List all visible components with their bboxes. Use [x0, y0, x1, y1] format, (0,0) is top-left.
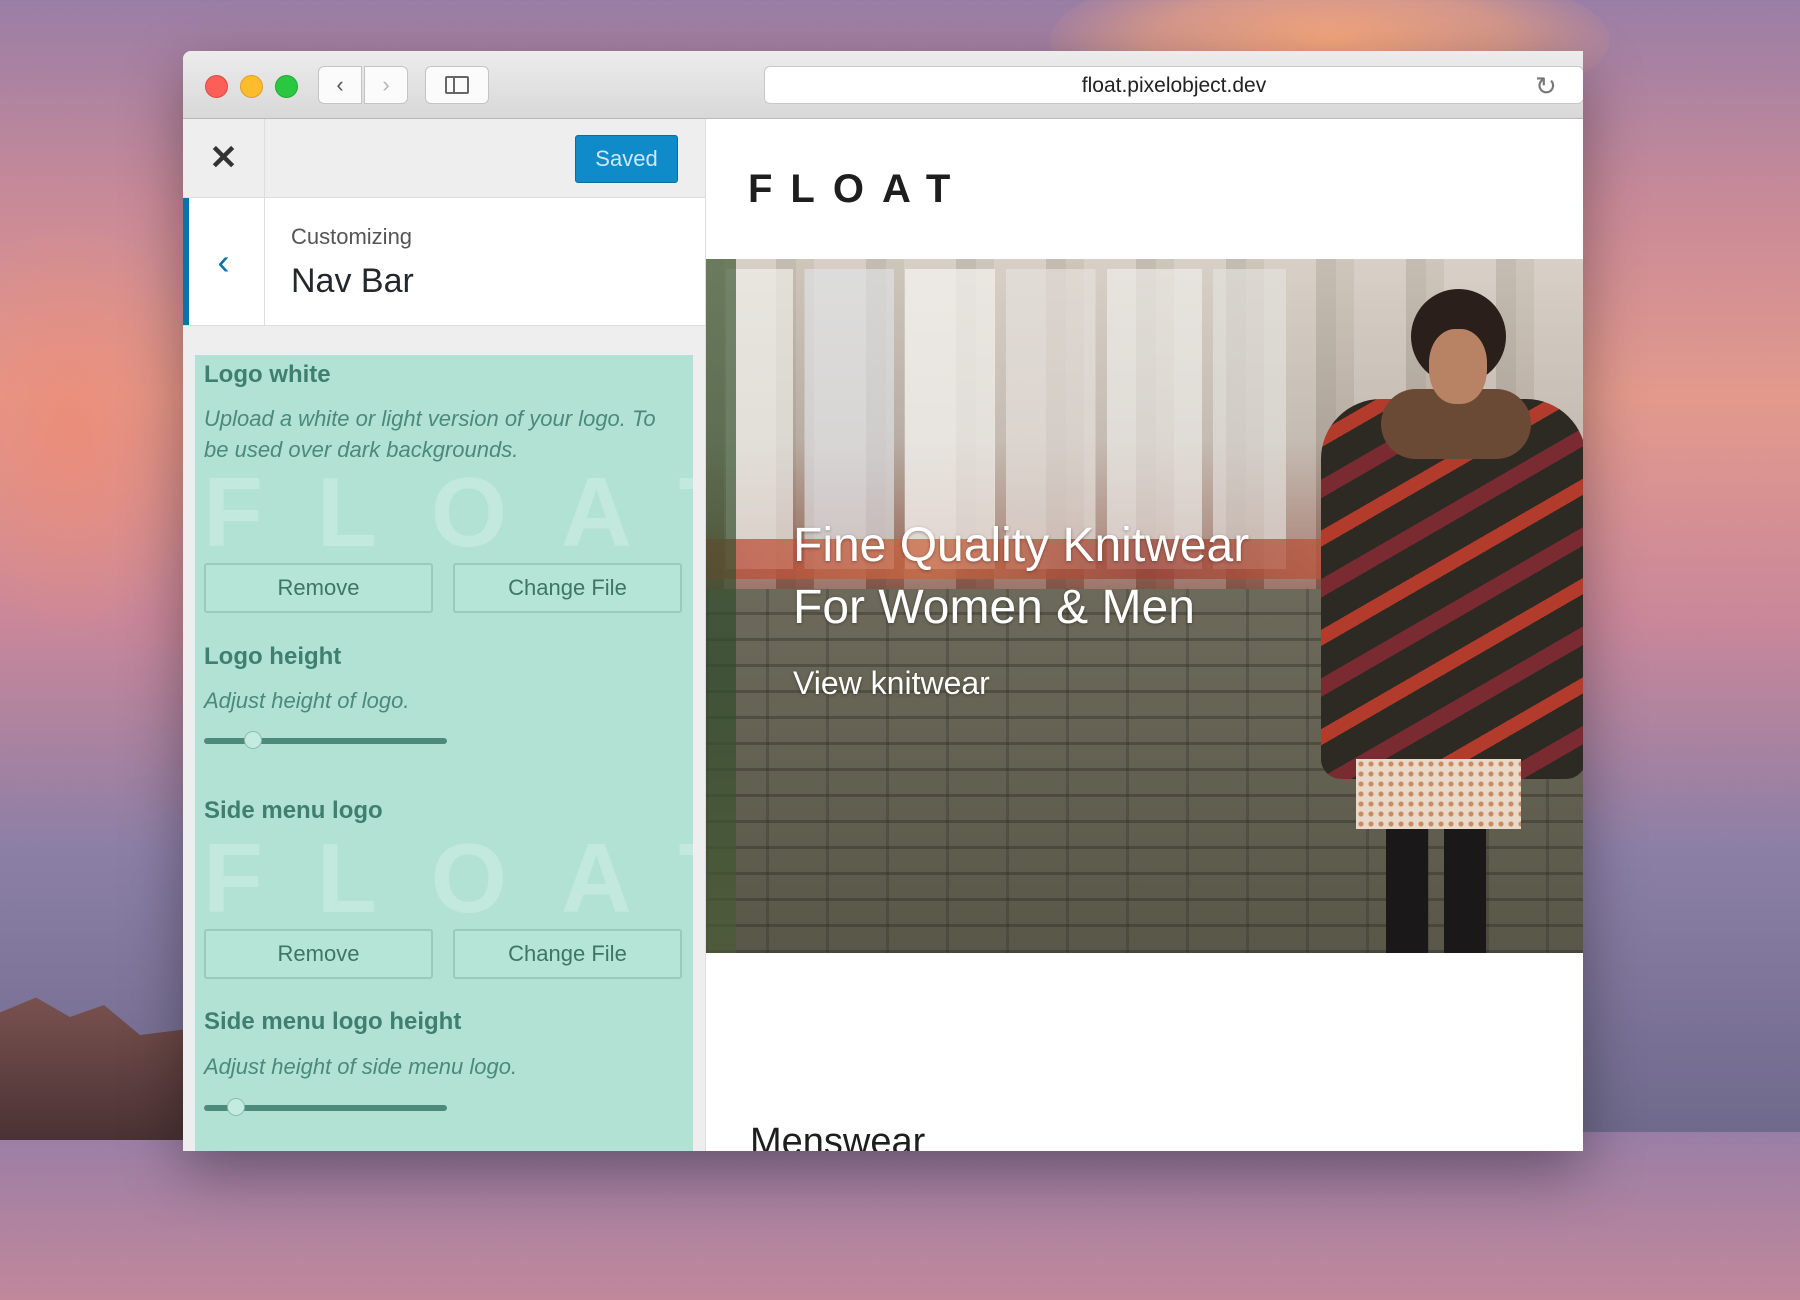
back-button[interactable]: ‹	[318, 66, 362, 104]
side-menu-logo-height-slider-handle[interactable]	[226, 1098, 245, 1116]
chevron-left-icon: ‹	[217, 241, 230, 282]
section-back-button[interactable]: ‹	[183, 198, 265, 325]
logo-height-title: Logo height	[204, 643, 342, 670]
chevron-right-icon: ›	[382, 72, 390, 97]
sidebar-toggle-button[interactable]	[425, 66, 489, 104]
section-title: Nav Bar	[291, 262, 414, 300]
browser-window: ‹ › float.pixelobject.dev ↻ ✕ Saved ‹ Cu…	[183, 51, 1583, 1151]
side-menu-logo-title: Side menu logo	[204, 797, 383, 824]
side-menu-logo-preview[interactable]: FLOAT	[203, 829, 693, 927]
side-menu-logo-height-title: Side menu logo height	[204, 1008, 462, 1035]
logo-white-preview[interactable]: FLOAT	[203, 463, 693, 561]
menswear-heading: Menswear	[750, 1121, 926, 1151]
browser-toolbar: ‹ › float.pixelobject.dev ↻	[183, 51, 1583, 119]
hero-title-line-2: For Women & Men	[793, 581, 1195, 634]
side-menu-logo-height-description: Adjust height of side menu logo.	[204, 1054, 518, 1079]
hero-title: Fine Quality Knitwear For Women & Men	[793, 515, 1353, 639]
address-url: float.pixelobject.dev	[1081, 74, 1267, 97]
model-face	[1429, 329, 1487, 404]
hero-image-ivy	[706, 259, 736, 953]
reload-icon[interactable]: ↻	[1535, 71, 1557, 102]
logo-white-title: Logo white	[204, 361, 331, 388]
saved-button[interactable]: Saved	[575, 135, 678, 183]
logo-height-description: Adjust height of logo.	[204, 688, 410, 713]
desktop-wallpaper-mountain	[0, 997, 200, 1140]
address-bar[interactable]: float.pixelobject.dev ↻	[764, 66, 1583, 104]
site-logo[interactable]: FLOAT	[748, 167, 968, 212]
model-skirt	[1356, 759, 1521, 829]
logo-height-slider[interactable]	[204, 731, 447, 749]
logo-white-remove-button[interactable]: Remove	[204, 563, 433, 613]
customizer-panel: ✕ Saved ‹ Customizing Nav Bar Logo white…	[183, 119, 706, 1151]
side-menu-logo-remove-button[interactable]: Remove	[204, 929, 433, 979]
close-icon: ✕	[209, 139, 238, 177]
model-legs	[1386, 829, 1486, 953]
logo-white-change-file-button[interactable]: Change File	[453, 563, 682, 613]
chevron-left-icon: ‹	[336, 72, 344, 97]
side-menu-logo-height-slider[interactable]	[204, 1098, 447, 1116]
section-header: ‹ Customizing Nav Bar	[183, 198, 705, 326]
view-knitwear-link[interactable]: View knitwear	[793, 665, 990, 702]
close-window-button[interactable]	[205, 75, 228, 98]
minimize-window-button[interactable]	[240, 75, 263, 98]
sidebar-icon	[445, 76, 469, 94]
customizer-header: ✕ Saved	[183, 119, 705, 198]
close-customizer-button[interactable]: ✕	[183, 119, 265, 197]
controls-list: Logo white Upload a white or light versi…	[195, 355, 693, 1151]
side-menu-logo-change-file-button[interactable]: Change File	[453, 929, 682, 979]
logo-white-description: Upload a white or light version of your …	[204, 406, 656, 462]
hero-title-line-1: Fine Quality Knitwear	[793, 519, 1250, 572]
forward-button[interactable]: ›	[364, 66, 408, 104]
site-preview: FLOAT Fine Quality Knitwear For Women & …	[706, 119, 1583, 1151]
breadcrumb: Customizing	[291, 224, 413, 249]
logo-height-slider-handle[interactable]	[243, 731, 262, 749]
zoom-window-button[interactable]	[275, 75, 298, 98]
hero-banner: Fine Quality Knitwear For Women & Men Vi…	[706, 259, 1583, 953]
